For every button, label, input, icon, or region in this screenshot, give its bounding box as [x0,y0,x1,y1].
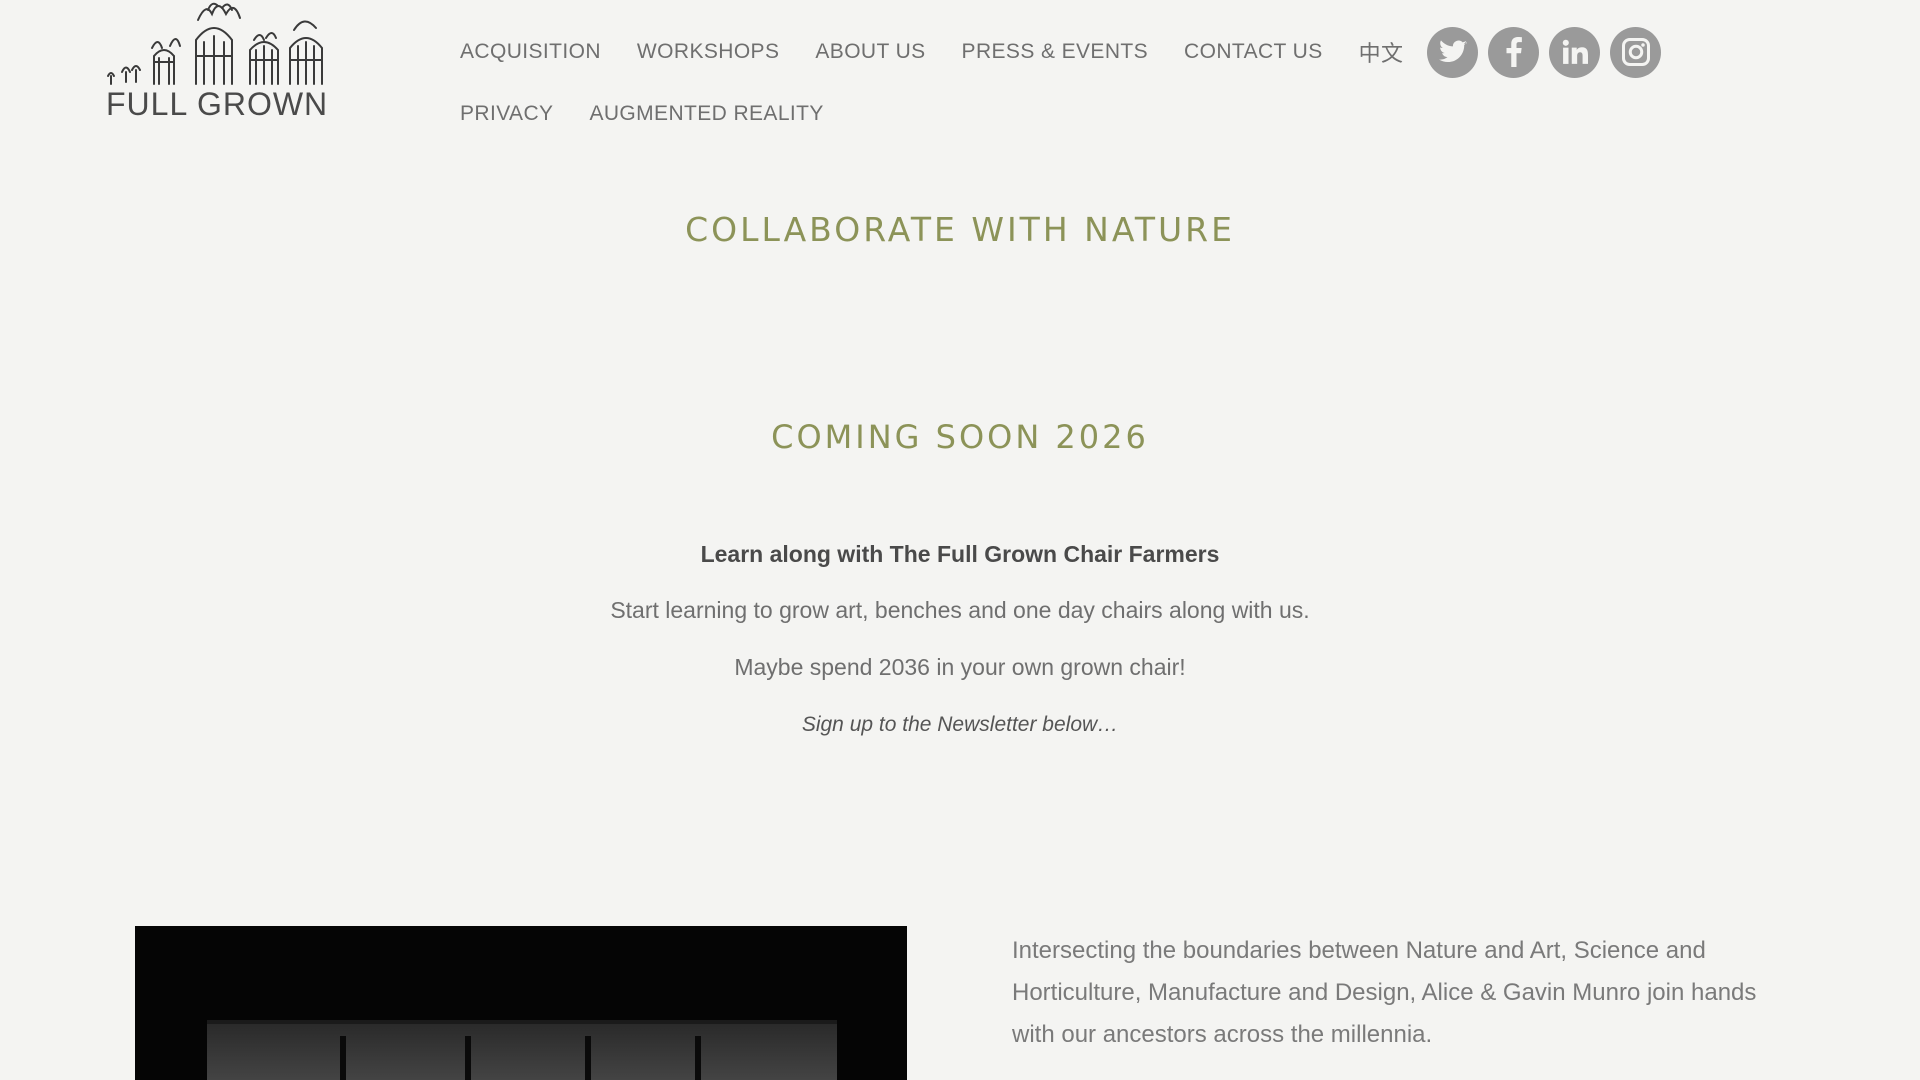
linkedin-button[interactable] [1549,26,1601,78]
learn-title: Learn along with The Full Grown Chair Fa… [700,541,1220,567]
learn-tagline: Maybe spend 2036 in your own grown chair… [734,654,1186,680]
instagram-icon [1621,38,1650,66]
chair-sketch-logo-icon [107,2,323,85]
coming-soon-heading: COMING SOON 2026 [771,418,1149,456]
nav-about-us[interactable]: ABOUT US [815,40,925,64]
window-mullion [340,1036,346,1080]
nav-acquisition[interactable]: ACQUISITION [460,40,601,64]
intro-paragraph: Intersecting the boundaries between Natu… [1012,937,1757,1048]
twitter-icon [1438,40,1467,63]
site-logo[interactable]: FULL GROWN [100,0,340,122]
nav-augmented-reality[interactable]: AUGMENTED REALITY [589,102,823,126]
learn-description: Start learning to grow art, benches and … [610,597,1310,623]
nav-workshops[interactable]: WORKSHOPS [637,40,779,64]
site-header: FULL GROWN ACQUISITION WORKSHOPS ABOUT U… [0,0,1920,160]
nav-row-secondary: PRIVACY AUGMENTED REALITY [460,102,860,126]
window-mullion [695,1036,701,1080]
facebook-icon [1506,37,1522,67]
twitter-button[interactable] [1427,26,1479,78]
greenhouse-photo [135,926,907,1080]
window-mullion [585,1036,591,1080]
nav-contact-us[interactable]: CONTACT US [1184,40,1323,64]
greenhouse-window [207,1020,837,1080]
newsletter-note: Sign up to the Newsletter below… [801,713,1119,736]
facebook-button[interactable] [1488,26,1540,78]
logo-wordmark: FULL GROWN [106,86,329,122]
nav-press-events[interactable]: PRESS & EVENTS [962,40,1149,64]
nav-row-primary: ACQUISITION WORKSHOPS ABOUT US PRESS & E… [460,24,1671,80]
page-headline: COLLABORATE WITH NATURE [685,210,1235,249]
nav-privacy[interactable]: PRIVACY [460,102,553,126]
instagram-button[interactable] [1610,26,1662,78]
nav-language-chinese[interactable]: 中文 [1359,36,1404,68]
window-mullion [465,1036,471,1080]
linkedin-icon [1562,39,1588,64]
social-links [1427,26,1671,78]
